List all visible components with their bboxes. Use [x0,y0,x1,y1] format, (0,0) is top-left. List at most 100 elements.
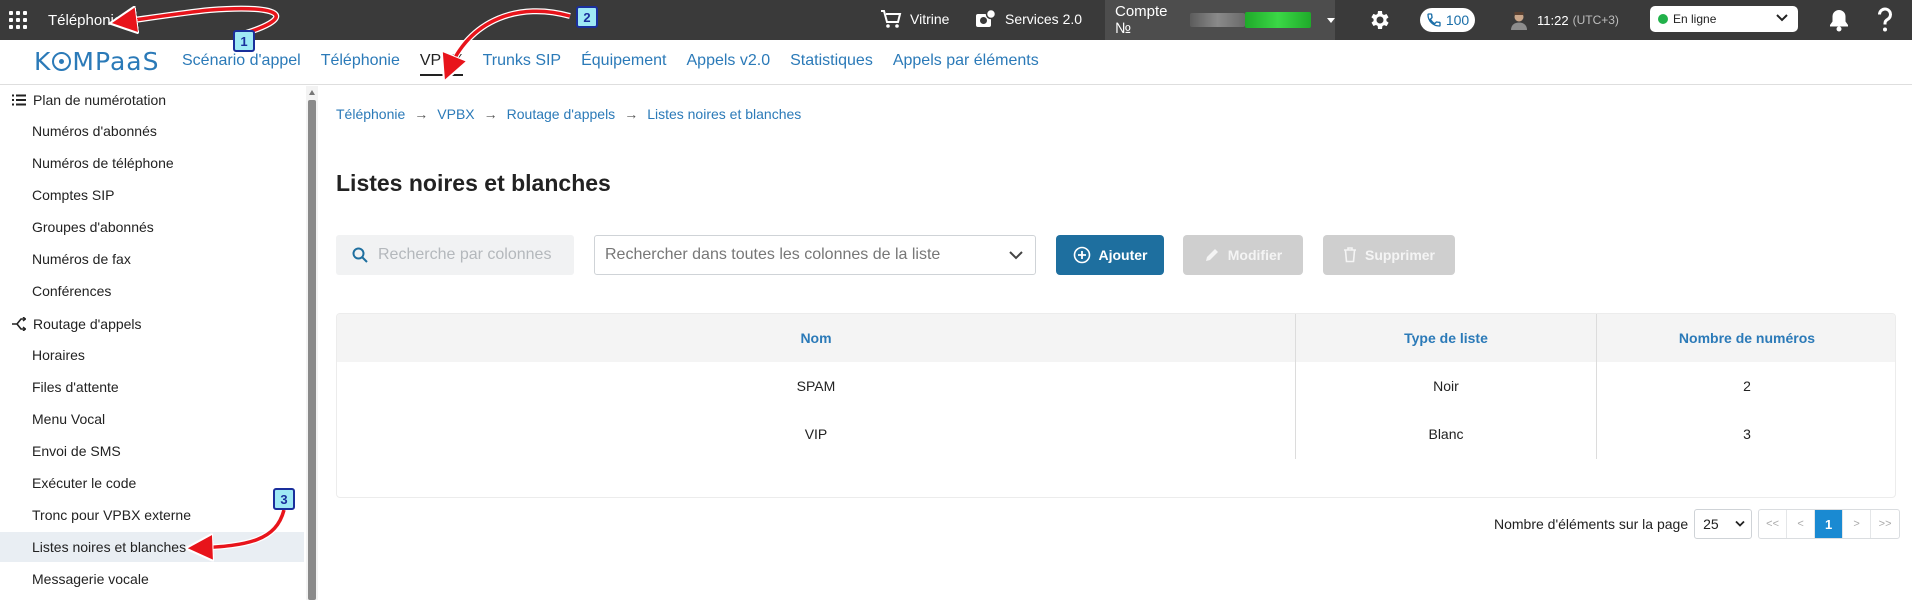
account-balance-redacted [1244,12,1311,28]
per-page-label: Nombre d'éléments sur la page [1494,516,1689,532]
nav-link-call-scenario[interactable]: Scénario d'appel [182,52,301,76]
lists-table: Nom Type de liste Nombre de numéros SPAM… [336,313,1896,498]
sidebar-item-execute-code[interactable]: Exécuter le code [0,468,304,498]
account-label: Compte № [1115,3,1168,37]
services-label: Services 2.0 [1005,11,1083,27]
routing-icon [12,317,26,331]
sidebar-item-queues[interactable]: Files d'attente [0,372,304,402]
phone-icon [1427,13,1441,27]
chevron-down-icon [1009,251,1023,260]
sidebar: Plan de numérotation Numéros d'abonnés N… [0,86,304,600]
add-button-label: Ajouter [1098,247,1148,263]
sidebar-item-black-white-lists[interactable]: Listes noires et blanches [0,532,304,562]
chevron-down-icon [1735,520,1745,527]
presence-status-select[interactable]: En ligne [1650,6,1798,32]
top-bar: Téléphonie Vitrine Services 2.0 Compte №… [0,0,1912,40]
page-title: Listes noires et blanches [336,170,611,196]
pencil-icon [1205,249,1218,261]
sidebar-group-call-routing[interactable]: Routage d'appels [12,316,142,332]
search-icon [352,247,368,263]
active-calls-badge[interactable]: 100 [1420,8,1475,32]
nav-link-calls-by-element[interactable]: Appels par éléments [893,52,1039,76]
trash-icon [1343,247,1356,263]
sidebar-item-external-vpbx-trunk[interactable]: Tronc pour VPBX externe [0,500,304,530]
breadcrumb-arrow-icon: → [483,106,498,122]
breadcrumb-arrow-icon: → [624,106,639,122]
sidebar-item-schedules[interactable]: Horaires [0,340,304,370]
sidebar-item-conferences[interactable]: Conférences [0,276,304,306]
table-header: Nom Type de liste Nombre de numéros [337,314,1895,362]
annotation-marker-2: 2 [576,6,598,28]
column-header-number-count[interactable]: Nombre de numéros [1597,314,1895,362]
help-icon[interactable] [1877,7,1893,33]
sidebar-item-sms-sending[interactable]: Envoi de SMS [0,436,304,466]
bell-icon[interactable] [1828,8,1850,32]
per-page-select[interactable]: 25 [1694,509,1753,539]
cell-name: VIP [804,426,828,442]
last-page-button[interactable]: >> [1871,510,1899,538]
sidebar-item-subscriber-groups[interactable]: Groupes d'abonnés [0,212,304,242]
breadcrumb-item-vpbx[interactable]: VPBX [437,106,474,122]
gear-icon[interactable] [1367,8,1391,32]
account-selector[interactable]: Compte № [1105,0,1335,40]
nav-link-telephony[interactable]: Téléphonie [321,52,400,76]
apps-grid-icon[interactable] [9,11,27,29]
per-page-value: 25 [1703,516,1719,532]
sidebar-item-phone-numbers[interactable]: Numéros de téléphone [0,148,304,178]
sidebar-item-voice-menu[interactable]: Menu Vocal [0,404,304,434]
prev-page-button[interactable]: < [1787,510,1816,538]
cell-number-count: 2 [1743,378,1751,394]
search-by-columns-input[interactable]: Recherche par colonnes [336,235,574,275]
nav-link-vpbx[interactable]: VPBX [419,52,463,76]
nav-links: Scénario d'appel Téléphonie VPBX Trunks … [182,52,1039,76]
table-row[interactable]: SPAM Noir 2 [337,362,1895,410]
sidebar-group-dial-plan[interactable]: Plan de numérotation [12,92,166,108]
column-header-list-type[interactable]: Type de liste [1296,314,1596,362]
logo-o-mark [52,52,72,71]
search-all-columns-placeholder: Rechercher dans toutes les colonnes de l… [605,246,941,263]
services-link[interactable]: Services 2.0 [975,9,1082,29]
delete-button[interactable]: Supprimer [1323,235,1455,275]
scrollbar-thumb[interactable] [308,100,316,600]
breadcrumb-item-telephony[interactable]: Téléphonie [336,106,405,122]
nav-link-statistics[interactable]: Statistiques [790,52,873,76]
sidebar-item-fax-numbers[interactable]: Numéros de fax [0,244,304,274]
showcase-link[interactable]: Vitrine [880,9,949,29]
breadcrumb: Téléphonie → VPBX → Routage d'appels → L… [336,106,801,122]
active-calls-count: 100 [1445,12,1470,28]
cell-list-type: Blanc [1428,426,1464,442]
breadcrumb-item-call-routing[interactable]: Routage d'appels [507,106,616,122]
sidebar-group-label: Plan de numérotation [33,92,167,108]
sidebar-item-voicemail[interactable]: Messagerie vocale [0,564,304,594]
scroll-up-arrow-icon[interactable] [309,90,315,95]
search-all-columns-select[interactable]: Rechercher dans toutes les colonnes de l… [594,235,1036,275]
breadcrumb-item-current[interactable]: Listes noires et blanches [647,106,801,122]
first-page-button[interactable]: << [1759,510,1788,538]
sidebar-group-label: Routage d'appels [33,316,142,332]
annotation-marker-3: 3 [273,488,295,510]
column-header-name[interactable]: Nom [337,314,1295,362]
sidebar-scrollbar[interactable] [306,86,318,600]
table-row[interactable]: VIP Blanc 3 [337,410,1895,458]
account-number-redacted [1189,13,1245,27]
sidebar-item-subscriber-numbers[interactable]: Numéros d'abonnés [0,116,304,146]
nav-link-sip-trunks[interactable]: Trunks SIP [483,52,562,76]
page-buttons: << < 1 > >> [1758,509,1901,539]
kompaas-logo[interactable]: K MPaaS [34,47,159,76]
online-status-dot [1658,14,1668,24]
add-button[interactable]: Ajouter [1056,235,1164,275]
user-clock[interactable]: 11:22 (UTC+3) [1509,10,1619,30]
section-title[interactable]: Téléphonie [48,12,122,29]
delete-button-label: Supprimer [1364,247,1435,263]
sidebar-item-sip-accounts[interactable]: Comptes SIP [0,180,304,210]
presence-status-value: En ligne [1673,12,1717,26]
nav-link-calls-v2[interactable]: Appels v2.0 [687,52,771,76]
next-page-button[interactable]: > [1843,510,1872,538]
current-page-button[interactable]: 1 [1815,510,1844,538]
cell-list-type: Noir [1433,378,1459,394]
edit-button[interactable]: Modifier [1183,235,1303,275]
chevron-down-icon [1776,14,1788,22]
nav-link-equipment[interactable]: Équipement [581,52,666,76]
logo-text-right: aaS [109,47,160,76]
plus-circle-icon [1073,246,1090,264]
